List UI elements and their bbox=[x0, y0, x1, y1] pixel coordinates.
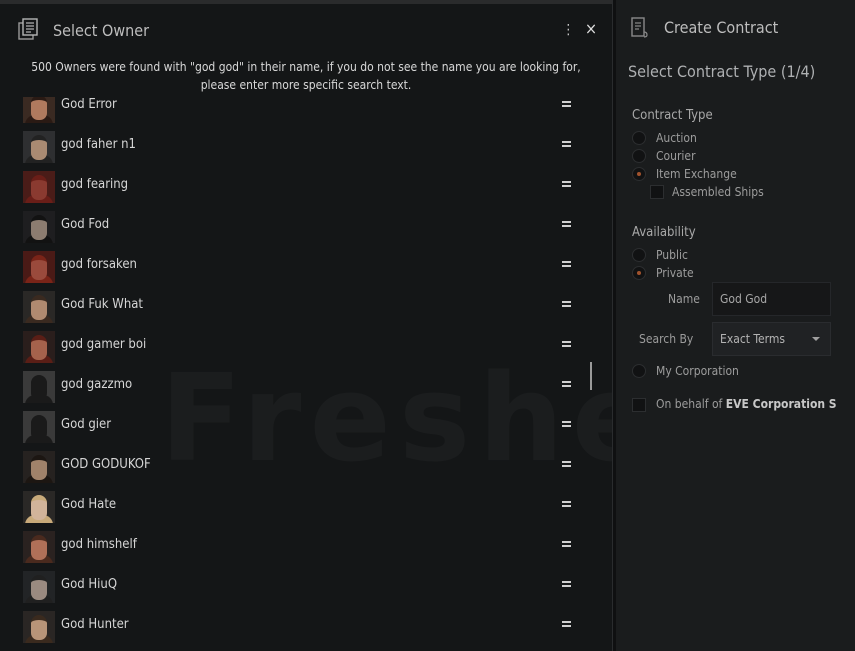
owner-name: GOD GODUKOF bbox=[61, 457, 151, 472]
owner-row[interactable]: god forsaken bbox=[0, 249, 600, 289]
owner-name: God Error bbox=[61, 97, 117, 112]
radio-my-corporation[interactable] bbox=[632, 364, 646, 378]
character-portrait bbox=[23, 131, 55, 163]
character-portrait bbox=[23, 291, 55, 323]
on-behalf-prefix: On behalf of bbox=[656, 397, 723, 411]
radio-item-exchange-label[interactable]: Item Exchange bbox=[656, 167, 737, 181]
window-top-strip bbox=[0, 0, 612, 4]
close-icon[interactable]: × bbox=[583, 20, 599, 38]
character-portrait bbox=[23, 491, 55, 523]
radio-item-exchange[interactable] bbox=[632, 167, 646, 181]
radio-public-label[interactable]: Public bbox=[656, 248, 688, 262]
owner-name: God Fuk What bbox=[61, 297, 144, 312]
owner-row[interactable]: God gier bbox=[0, 409, 600, 449]
drag-handle-icon[interactable] bbox=[562, 339, 571, 351]
radio-courier[interactable] bbox=[632, 149, 646, 163]
availability-heading: Availability bbox=[632, 225, 696, 240]
search-by-select[interactable]: Exact Terms bbox=[712, 322, 831, 356]
radio-courier-label[interactable]: Courier bbox=[656, 149, 696, 163]
owner-row[interactable]: God HiuQ bbox=[0, 569, 600, 609]
window-title: Select Owner bbox=[53, 21, 149, 40]
owner-list[interactable]: God Error god faher n1 god fearing God Fod g… bbox=[0, 97, 600, 651]
radio-auction-label[interactable]: Auction bbox=[656, 131, 697, 145]
assembled-ships-checkbox[interactable] bbox=[650, 185, 664, 199]
select-owner-window: Freshe Select Owner ⋮ × 500 Owners were … bbox=[0, 0, 613, 651]
radio-auction[interactable] bbox=[632, 131, 646, 145]
drag-handle-icon[interactable] bbox=[562, 579, 571, 591]
owner-name: God gier bbox=[61, 417, 112, 432]
drag-handle-icon[interactable] bbox=[562, 459, 571, 471]
owner-name: God Fod bbox=[61, 217, 110, 232]
contract-window-title: Create Contract bbox=[664, 18, 779, 37]
character-portrait bbox=[23, 97, 55, 123]
owner-row[interactable]: God Fod bbox=[0, 209, 600, 249]
radio-my-corporation-label[interactable]: My Corporation bbox=[656, 364, 739, 378]
character-portrait bbox=[23, 451, 55, 483]
owner-row[interactable]: God Fuk What bbox=[0, 289, 600, 329]
drag-handle-icon[interactable] bbox=[562, 619, 571, 631]
owner-row[interactable]: god faher n1 bbox=[0, 129, 600, 169]
character-portrait bbox=[23, 211, 55, 243]
owner-name: God HiuQ bbox=[61, 577, 118, 592]
chevron-down-icon bbox=[812, 337, 820, 341]
owner-name: god gazzmo bbox=[61, 377, 133, 392]
character-portrait bbox=[23, 171, 55, 203]
drag-handle-icon[interactable] bbox=[562, 139, 571, 151]
owner-name: god fearing bbox=[61, 177, 129, 192]
owner-row[interactable]: God Hunter bbox=[0, 609, 600, 649]
owner-name: God Hate bbox=[61, 497, 117, 512]
owner-row[interactable]: god gamer boi bbox=[0, 329, 600, 369]
drag-handle-icon[interactable] bbox=[562, 419, 571, 431]
scrollbar-thumb[interactable] bbox=[590, 362, 592, 390]
window-menu-icon[interactable]: ⋮ bbox=[562, 22, 575, 38]
owner-row[interactable]: God Error bbox=[0, 97, 600, 129]
character-portrait bbox=[23, 371, 55, 403]
corporation-name: EVE Corporation S bbox=[725, 397, 837, 411]
owner-name: God Hunter bbox=[61, 617, 129, 632]
owner-row[interactable]: god gazzmo bbox=[0, 369, 600, 409]
character-portrait bbox=[23, 411, 55, 443]
on-behalf-checkbox[interactable] bbox=[632, 398, 646, 412]
owner-name: god faher n1 bbox=[61, 137, 136, 152]
owner-name: god himshelf bbox=[61, 537, 137, 552]
radio-public[interactable] bbox=[632, 248, 646, 262]
search-by-value: Exact Terms bbox=[720, 332, 785, 346]
drag-handle-icon[interactable] bbox=[562, 219, 571, 231]
drag-handle-icon[interactable] bbox=[562, 99, 571, 111]
search-result-message: 500 Owners were found with "god god" in … bbox=[31, 60, 581, 92]
character-portrait bbox=[23, 331, 55, 363]
drag-handle-icon[interactable] bbox=[562, 379, 571, 391]
on-behalf-label[interactable]: On behalf of EVE Corporation S bbox=[656, 397, 837, 411]
drag-handle-icon[interactable] bbox=[562, 499, 571, 511]
window-header[interactable]: Select Owner ⋮ × bbox=[0, 10, 612, 50]
search-by-label: Search By bbox=[639, 332, 694, 346]
step-title: Select Contract Type (1/4) bbox=[628, 62, 816, 81]
owner-row[interactable]: god himshelf bbox=[0, 529, 600, 569]
drag-handle-icon[interactable] bbox=[562, 179, 571, 191]
document-list-icon bbox=[18, 18, 38, 40]
owner-name: god forsaken bbox=[61, 257, 137, 272]
radio-private[interactable] bbox=[632, 266, 646, 280]
drag-handle-icon[interactable] bbox=[562, 539, 571, 551]
owner-row[interactable]: God Hate bbox=[0, 489, 600, 529]
contract-scroll-icon bbox=[631, 17, 648, 38]
create-contract-window: Create Contract Select Contract Type (1/… bbox=[616, 0, 855, 651]
owner-row[interactable]: GOD GODUKOF bbox=[0, 449, 600, 489]
character-portrait bbox=[23, 251, 55, 283]
assembled-ships-label[interactable]: Assembled Ships bbox=[672, 185, 764, 199]
character-portrait bbox=[23, 611, 55, 643]
character-portrait bbox=[23, 571, 55, 603]
character-portrait bbox=[23, 531, 55, 563]
drag-handle-icon[interactable] bbox=[562, 299, 571, 311]
owner-name: god gamer boi bbox=[61, 337, 147, 352]
owner-row[interactable]: god fearing bbox=[0, 169, 600, 209]
contract-type-heading: Contract Type bbox=[632, 108, 713, 123]
name-field-label: Name bbox=[668, 292, 700, 306]
name-input[interactable]: God God bbox=[712, 282, 831, 316]
radio-private-label[interactable]: Private bbox=[656, 266, 694, 280]
drag-handle-icon[interactable] bbox=[562, 259, 571, 271]
